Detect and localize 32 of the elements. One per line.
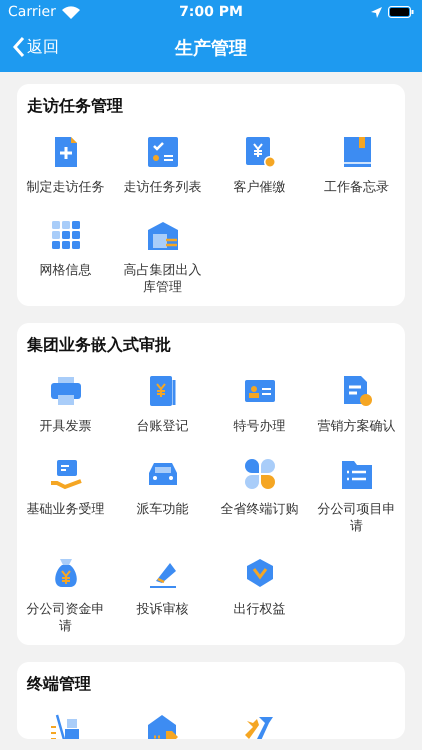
menu-item[interactable]: 投诉审核 <box>114 557 211 635</box>
hand-card-icon <box>48 457 82 491</box>
menu-item[interactable]: 工作备忘录 <box>308 135 405 196</box>
menu-item[interactable]: 高占集团出入库管理 <box>114 218 211 296</box>
menu-item[interactable]: 全省终端订购 <box>211 457 308 535</box>
menu-item[interactable]: 走访任务列表 <box>114 135 211 196</box>
menu-item[interactable]: 客户催缴 <box>211 135 308 196</box>
location-arrow-icon <box>371 6 382 18</box>
checklist-icon <box>146 135 180 169</box>
page-title: 生产管理 <box>175 37 247 60</box>
menu-item[interactable]: 开具发票 <box>17 374 114 435</box>
menu-item[interactable]: 派车功能 <box>114 457 211 535</box>
clock-time: 7:00 PM <box>179 4 243 20</box>
menu-item[interactable]: 营销方案确认 <box>308 374 405 435</box>
section-title: 终端管理 <box>27 674 92 695</box>
printer-icon <box>48 374 82 408</box>
menu-item[interactable]: 基础业务受理 <box>17 457 114 535</box>
wifi-icon <box>62 6 80 18</box>
clover-icon <box>242 457 276 491</box>
back-chevron-icon <box>12 36 25 58</box>
menu-item[interactable]: 网格信息 <box>17 218 114 296</box>
menu-item[interactable]: 分公司项目申请 <box>308 457 405 535</box>
battery-icon <box>388 6 414 18</box>
menu-item[interactable]: 特号办理 <box>211 374 308 435</box>
menu-item[interactable]: 分公司资金申请 <box>17 557 114 635</box>
menu-item[interactable]: 出行权益 <box>211 557 308 635</box>
menu-item[interactable]: 台账登记 <box>114 374 211 435</box>
section-title: 走访任务管理 <box>27 96 124 117</box>
house-arrow-icon <box>146 713 180 739</box>
section-title: 集团业务嵌入式审批 <box>27 335 172 356</box>
menu-item[interactable]: 制定走访任务 <box>17 135 114 196</box>
carrier-label: Carrier <box>8 4 56 20</box>
